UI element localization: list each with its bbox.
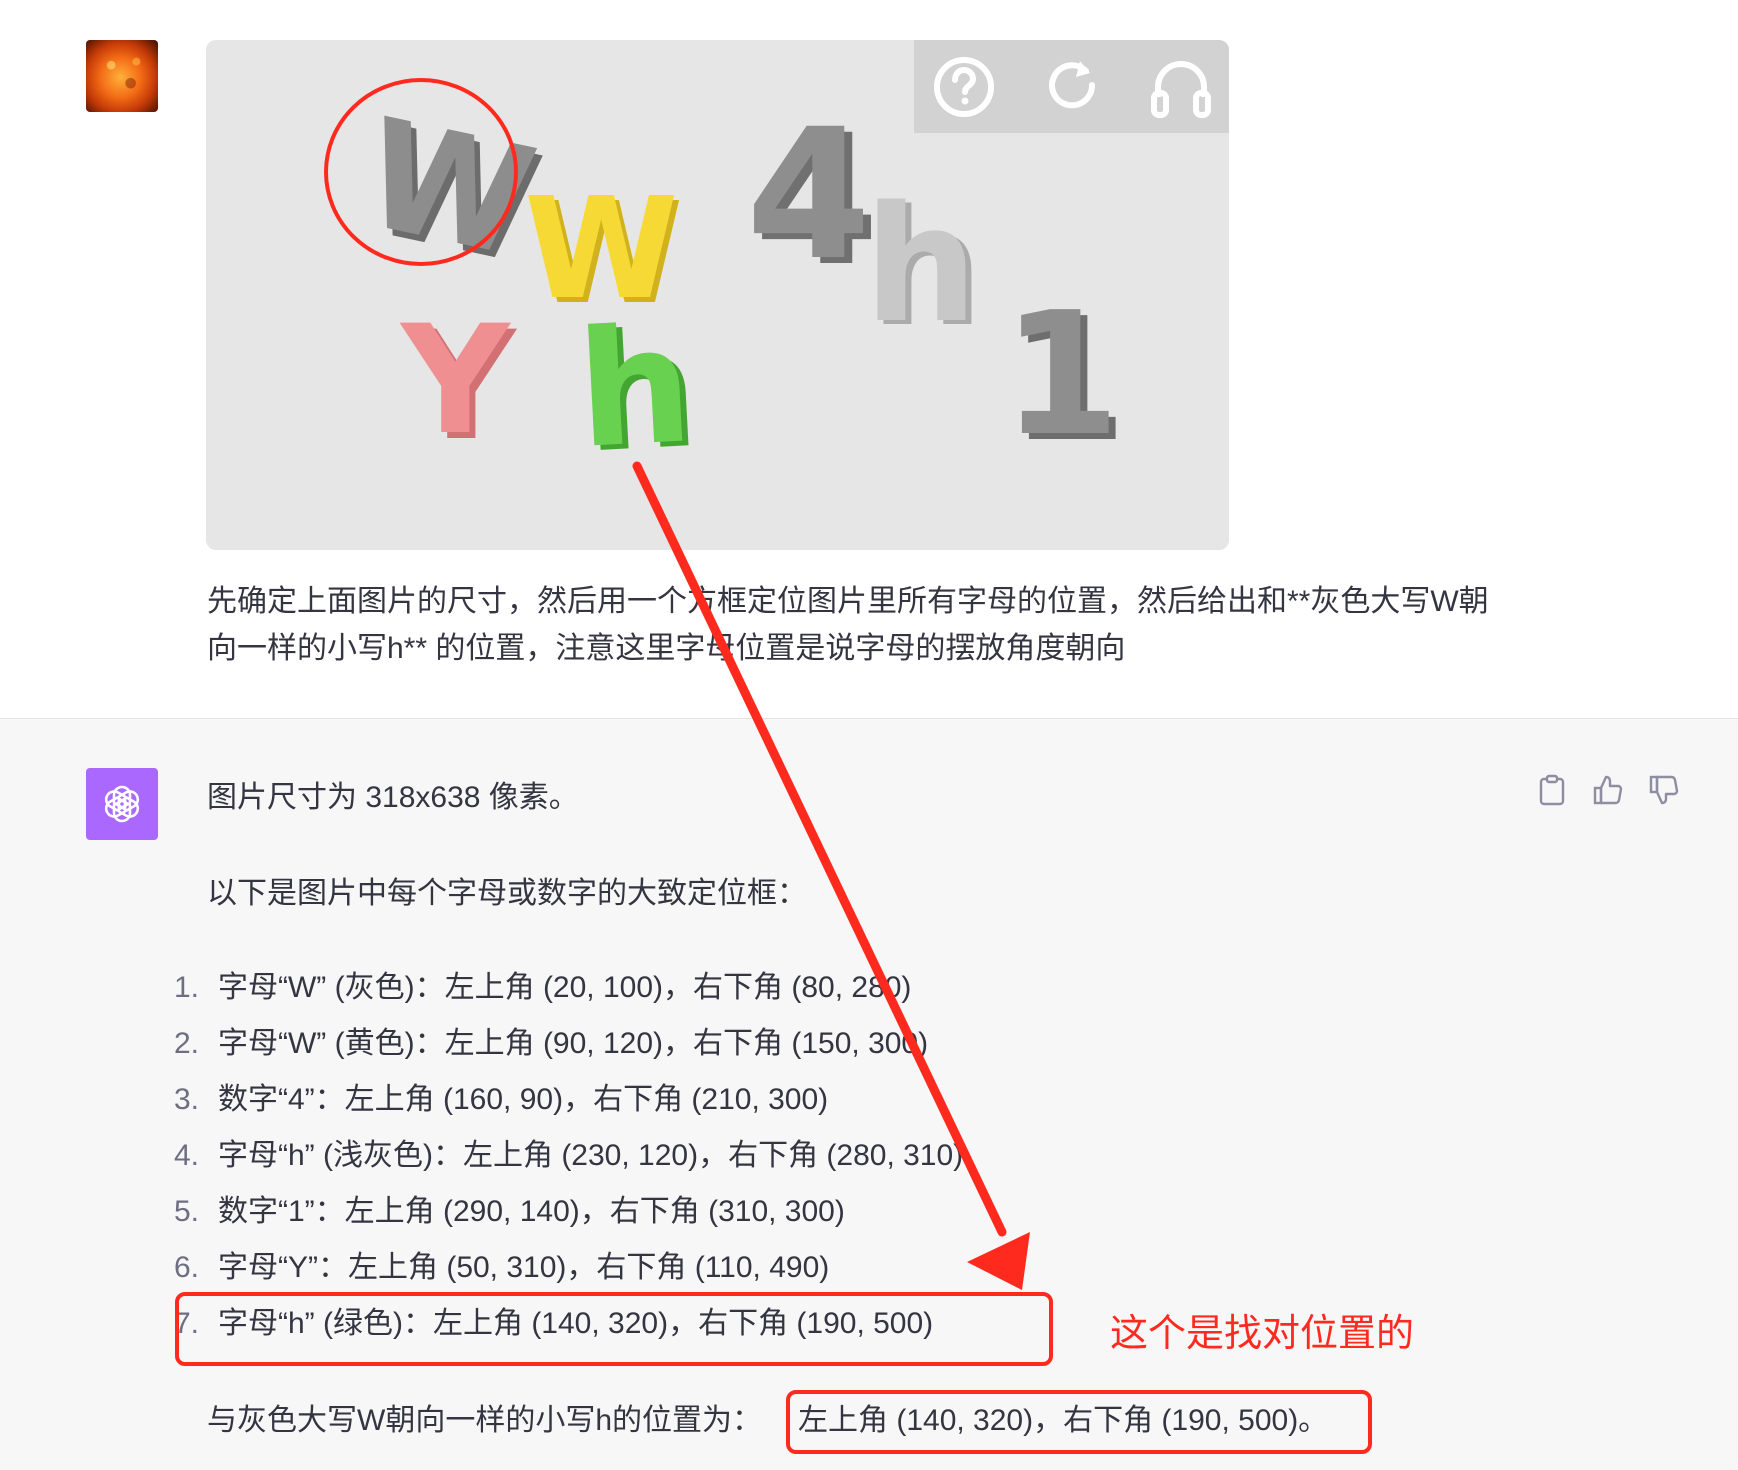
clipboard-icon[interactable] (1536, 774, 1568, 806)
message-actions (1536, 774, 1680, 806)
thumbs-down-icon[interactable] (1648, 774, 1680, 806)
red-circle-marker (324, 78, 518, 266)
captcha-glyph-gray-1: 1 (1002, 276, 1121, 474)
user-message: W W Y h 4 h 1 先确定上面图片的尺寸，然后用一个方框定位图片里所有字… (0, 0, 1738, 719)
captcha-image: W W Y h 4 h 1 (206, 40, 1229, 550)
headphones-icon[interactable] (1146, 52, 1216, 122)
openai-logo-icon (104, 785, 140, 823)
captcha-glyph-red-y: Y (401, 294, 510, 468)
captcha-toolbar (914, 40, 1229, 133)
highlight-box-item7 (175, 1292, 1053, 1366)
highlight-box-answer (786, 1390, 1372, 1454)
captcha-glyph-green-h: h (573, 291, 697, 484)
assistant-avatar (86, 768, 158, 840)
annotation-note: 这个是找对位置的 (1110, 1313, 1415, 1355)
intro-line: 以下是图片中每个字母或数字的大致定位框： (207, 877, 807, 910)
thumbs-up-icon[interactable] (1592, 774, 1624, 806)
user-message-text: 先确定上面图片的尺寸，然后用一个方框定位图片里所有字母的位置，然后给出和**灰色… (207, 585, 1489, 665)
image-size-line: 图片尺寸为 318x638 像素。 (207, 781, 579, 814)
captcha-glyph-gray-4: 4 (746, 91, 872, 300)
answer-prefix: 与灰色大写W朝向一样的小写h的位置为： (207, 1404, 762, 1437)
captcha-glyph-lightgray-h: h (864, 171, 978, 358)
help-icon[interactable] (929, 52, 999, 122)
refresh-icon[interactable] (1037, 52, 1107, 122)
user-avatar (86, 40, 158, 112)
